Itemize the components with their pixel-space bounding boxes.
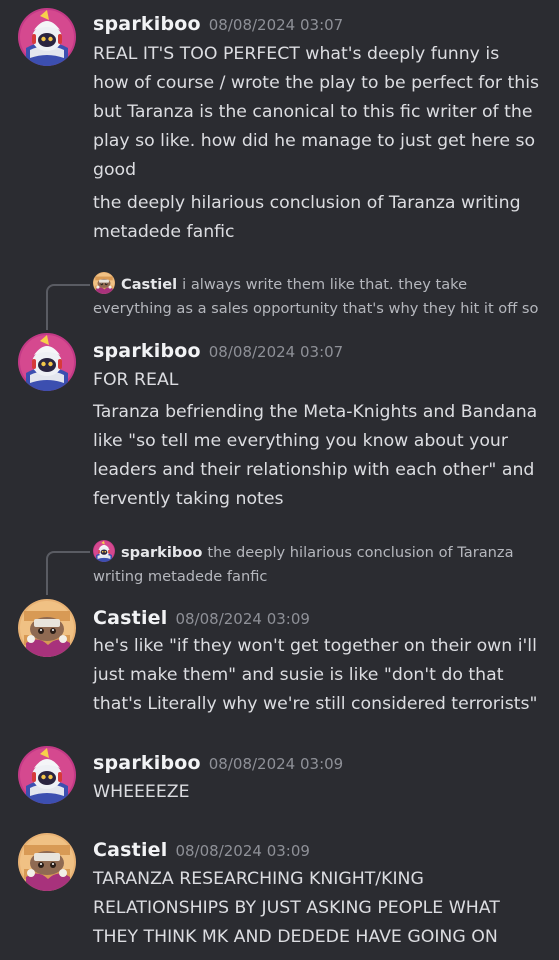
castiel-avatar-icon[interactable] bbox=[18, 833, 76, 891]
message-text: Taranza befriending the Meta-Knights and… bbox=[93, 402, 538, 422]
reply-text: the deeply hilarious conclusion of Taran… bbox=[207, 544, 514, 561]
sparkiboo-avatar-icon[interactable] bbox=[18, 746, 76, 804]
reply-spine bbox=[46, 551, 90, 595]
reply-username[interactable]: sparkiboo bbox=[121, 544, 202, 561]
username[interactable]: sparkiboo bbox=[93, 340, 201, 362]
reply-text: i always write them like that. they take bbox=[182, 276, 468, 293]
message-text: the deeply hilarious conclusion of Taran… bbox=[93, 193, 521, 213]
message-text: how of course / wrote the play to be per… bbox=[93, 73, 540, 93]
message-text: metadede fanfic bbox=[93, 222, 235, 242]
message-text: leaders and their relationship with each… bbox=[93, 460, 535, 480]
username[interactable]: sparkiboo bbox=[93, 13, 201, 35]
timestamp: 08/08/2024 03:07 bbox=[208, 16, 344, 34]
message-header: sparkiboo 08/08/2024 03:07 bbox=[93, 339, 343, 364]
message-text: play so like. how did he manage to just … bbox=[93, 131, 536, 151]
message-text: he's like "if they won't get together on… bbox=[93, 636, 537, 656]
username[interactable]: Castiel bbox=[93, 839, 167, 861]
timestamp: 08/08/2024 03:09 bbox=[208, 755, 344, 773]
username[interactable]: sparkiboo bbox=[93, 752, 201, 774]
message-header: Castiel 08/08/2024 03:09 bbox=[93, 606, 310, 631]
reply-preview[interactable]: sparkiboo the deeply hilarious conclusion… bbox=[93, 540, 543, 589]
message-text: THEY THINK MK AND DEDEDE HAVE GOING ON bbox=[93, 927, 498, 947]
message-text: FOR REAL bbox=[93, 370, 179, 390]
message-text: REAL IT'S TOO PERFECT what's deeply funn… bbox=[93, 44, 500, 64]
timestamp: 08/08/2024 03:07 bbox=[208, 343, 344, 361]
castiel-avatar-icon[interactable] bbox=[18, 599, 76, 657]
message-text: but Taranza is the canonical to this fic… bbox=[93, 102, 533, 122]
reply-spine bbox=[46, 284, 90, 330]
message-text: WHEEEEZE bbox=[93, 782, 190, 802]
sparkiboo-mini-avatar-icon bbox=[93, 540, 115, 562]
message-text: just make them" and susie is like "don't… bbox=[93, 665, 504, 685]
username[interactable]: Castiel bbox=[93, 607, 167, 629]
message-text: good bbox=[93, 160, 137, 180]
message-text: TARANZA RESEARCHING KNIGHT/KING bbox=[93, 869, 424, 889]
castiel-mini-avatar-icon bbox=[93, 272, 115, 294]
message-header: sparkiboo 08/08/2024 03:09 bbox=[93, 751, 343, 776]
sparkiboo-avatar-icon[interactable] bbox=[18, 333, 76, 391]
message-text: RELATIONSHIPS BY JUST ASKING PEOPLE WHAT bbox=[93, 898, 500, 918]
timestamp: 08/08/2024 03:09 bbox=[175, 842, 310, 860]
message-header: Castiel 08/08/2024 03:09 bbox=[93, 838, 310, 863]
reply-text: writing metadede fanfic bbox=[93, 568, 268, 585]
reply-username[interactable]: Castiel bbox=[121, 276, 177, 293]
message-text: fervently taking notes bbox=[93, 489, 284, 509]
reply-text: everything as a sales opportunity that's… bbox=[93, 300, 539, 317]
reply-preview[interactable]: Castiel i always write them like that. th… bbox=[93, 272, 543, 321]
timestamp: 08/08/2024 03:09 bbox=[175, 610, 310, 628]
message-header: sparkiboo 08/08/2024 03:07 bbox=[93, 12, 343, 37]
sparkiboo-avatar-icon[interactable] bbox=[18, 8, 76, 66]
message-text: like "so tell me everything you know abo… bbox=[93, 431, 508, 451]
message-text: that's Literally why we're still conside… bbox=[93, 694, 538, 714]
